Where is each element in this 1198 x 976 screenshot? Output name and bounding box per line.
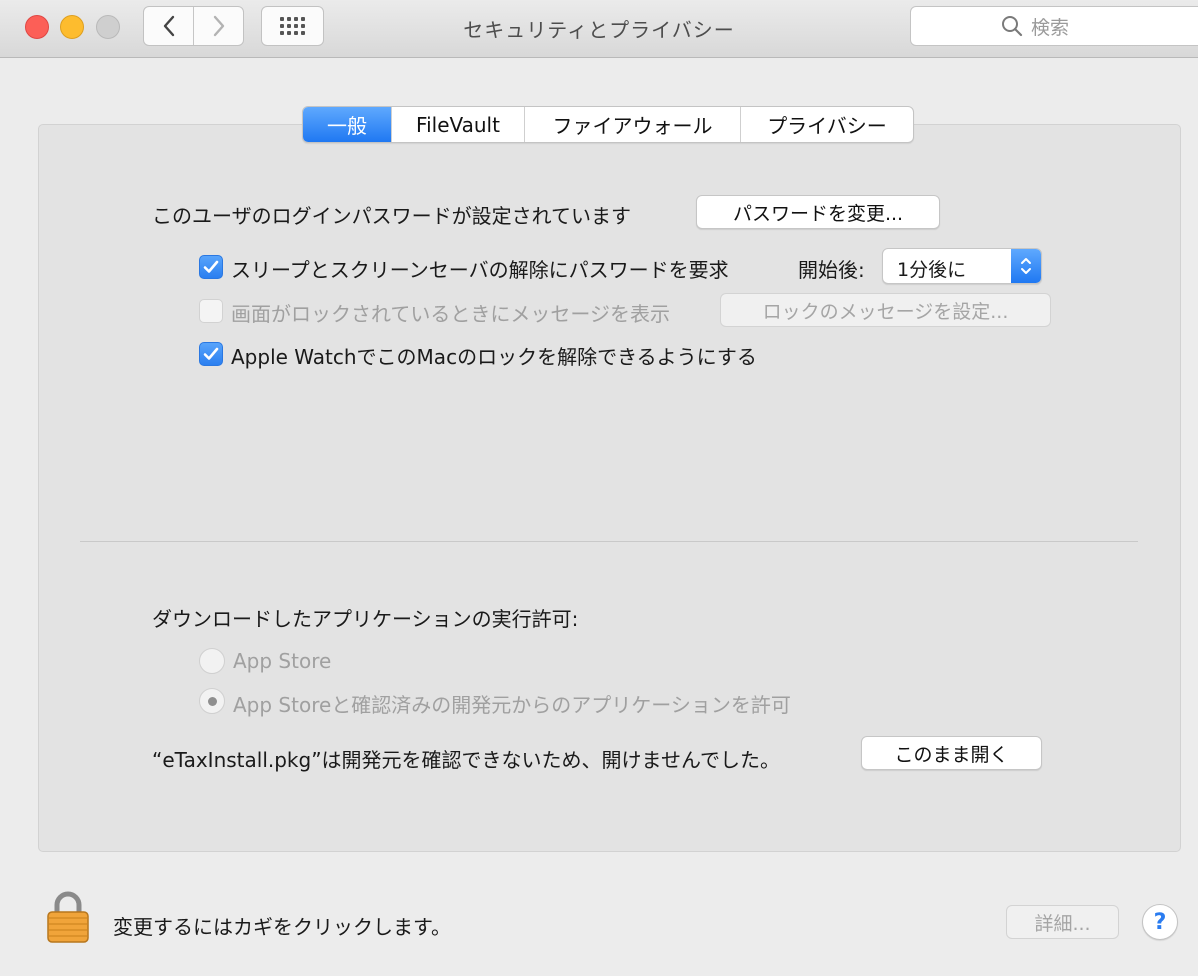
show-message-label: 画面がロックされているときにメッセージを表示	[231, 302, 670, 326]
checkmark-icon	[203, 260, 219, 273]
require-password-checkbox[interactable]	[199, 255, 223, 279]
lock-icon[interactable]	[45, 890, 91, 944]
tab-firewall[interactable]: ファイアウォール	[524, 107, 740, 142]
apple-watch-unlock-checkbox[interactable]	[199, 342, 223, 366]
tab-privacy[interactable]: プライバシー	[740, 107, 913, 142]
delay-label: 開始後:	[798, 258, 865, 282]
downloads-heading: ダウンロードしたアプリケーションの実行許可:	[152, 607, 579, 631]
checkmark-icon	[203, 347, 219, 360]
section-divider	[80, 541, 1138, 542]
radio-app-store-label: App Store	[233, 649, 332, 673]
title-bar: セキュリティとプライバシー 検索	[0, 0, 1198, 58]
require-password-label: スリープとスクリーンセーバの解除にパスワードを要求	[231, 258, 729, 282]
radio-app-store[interactable]	[199, 648, 225, 674]
tab-bar: 一般 FileVault ファイアウォール プライバシー	[302, 106, 914, 143]
up-down-arrows-icon	[1011, 249, 1041, 283]
set-lock-message-button[interactable]: ロックのメッセージを設定...	[720, 293, 1051, 327]
tab-general[interactable]: 一般	[303, 107, 391, 142]
lock-hint-text: 変更するにはカギをクリックします。	[113, 915, 451, 939]
search-icon	[1002, 16, 1023, 37]
search-field[interactable]: 検索	[910, 6, 1198, 46]
login-password-status: このユーザのログインパスワードが設定されています	[152, 204, 631, 228]
radio-app-store-identified-label: App Storeと確認済みの開発元からのアプリケーションを許可	[233, 693, 791, 717]
advanced-button[interactable]: 詳細...	[1006, 905, 1119, 939]
radio-selected-dot	[207, 696, 217, 706]
apple-watch-unlock-label: Apple WatchでこのMacのロックを解除できるようにする	[231, 345, 757, 369]
change-password-button[interactable]: パスワードを変更...	[696, 195, 940, 229]
show-message-checkbox[interactable]	[199, 299, 223, 323]
tab-filevault[interactable]: FileVault	[391, 107, 524, 142]
password-delay-select[interactable]: 1分後に	[882, 248, 1042, 284]
password-delay-value: 1分後に	[897, 259, 967, 281]
blocked-app-message: “eTaxInstall.pkg”は開発元を確認できないため、開けませんでした。	[152, 748, 780, 772]
help-button[interactable]: ?	[1142, 904, 1178, 940]
open-anyway-button[interactable]: このまま開く	[861, 736, 1042, 770]
search-placeholder: 検索	[1031, 16, 1070, 39]
radio-app-store-identified[interactable]	[199, 688, 225, 714]
